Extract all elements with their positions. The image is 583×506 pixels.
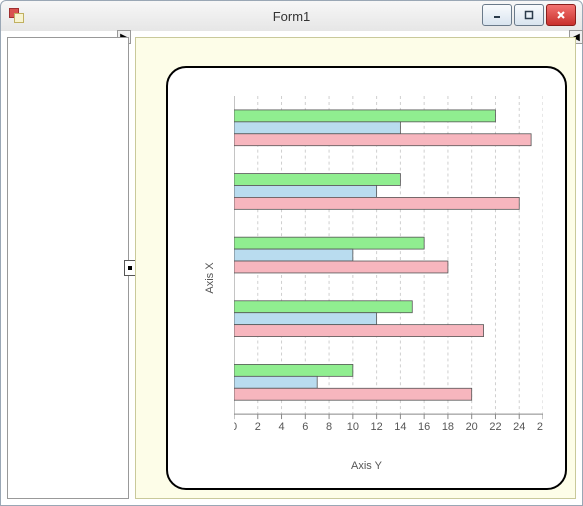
maximize-button[interactable] [514,4,544,26]
left-panel [7,37,129,499]
bar-Series2-2 [234,313,377,325]
svg-text:14: 14 [394,421,406,433]
y-axis-label: Axis X [204,262,216,293]
bar-Series2-3 [234,249,353,261]
svg-text:10: 10 [347,421,359,433]
svg-text:4: 4 [278,421,284,433]
titlebar[interactable]: Form1 [0,0,583,32]
bar-Series1-4 [234,174,400,186]
svg-text:2: 2 [255,421,261,433]
chart-frame: Axis X 0246810121416182022242654321 Axis… [166,66,567,490]
svg-text:12: 12 [371,421,383,433]
x-axis-label: Axis Y [168,460,565,472]
bar-Series1-2 [234,301,412,313]
client-area: ▶ ◀ Axis X 0246810121416182022242654321 … [0,31,583,506]
svg-text:20: 20 [466,421,478,433]
bar-Series1-3 [234,237,424,249]
bar-Series3-3 [234,261,448,273]
bar-Series3-5 [234,134,531,146]
bar-Series3-1 [234,388,472,400]
svg-text:18: 18 [442,421,454,433]
bar-Series3-2 [234,325,484,337]
svg-text:8: 8 [326,421,332,433]
svg-text:24: 24 [513,421,525,433]
svg-text:0: 0 [234,421,237,433]
chart-panel: Axis X 0246810121416182022242654321 Axis… [135,37,576,499]
bar-Series2-1 [234,376,317,388]
bar-Series2-4 [234,185,377,197]
svg-text:22: 22 [489,421,501,433]
svg-text:6: 6 [302,421,308,433]
window: Form1 ▶ ◀ Axis X 02468 [0,0,583,506]
bar-Series1-5 [234,110,495,122]
bar-Series2-5 [234,122,400,134]
svg-text:26: 26 [537,421,543,433]
bar-Series1-1 [234,364,353,376]
close-button[interactable] [546,4,576,26]
bar-Series3-4 [234,197,519,209]
window-buttons [482,4,576,26]
plot-area: 0246810121416182022242654321 [234,96,543,434]
minimize-button[interactable] [482,4,512,26]
svg-text:16: 16 [418,421,430,433]
